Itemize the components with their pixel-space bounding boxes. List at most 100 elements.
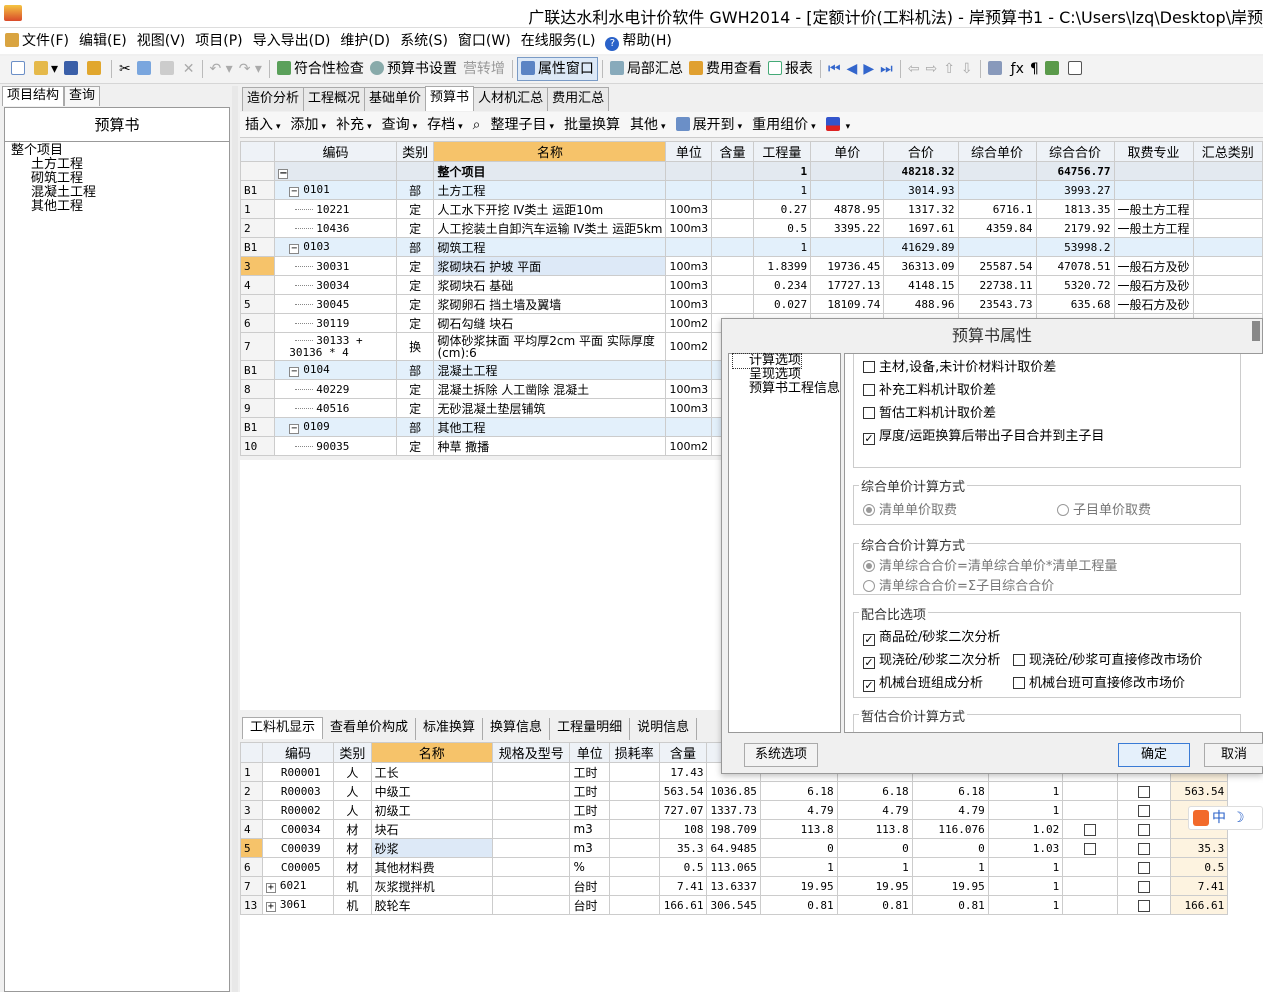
menu-import-export[interactable]: 导入导出(D) bbox=[248, 28, 336, 54]
checkbox-machine-shift-analysis[interactable]: ✓ 机械台班组成分析 bbox=[863, 672, 983, 692]
quantity-cell[interactable]: 0.5 bbox=[752, 218, 812, 238]
spec-cell[interactable] bbox=[491, 762, 571, 782]
code-cell[interactable]: C00034 bbox=[261, 819, 335, 839]
next-button[interactable]: ▶ bbox=[860, 56, 877, 82]
name-cell[interactable]: 浆砌块石 基础 bbox=[433, 275, 667, 295]
checkbox-commercial-mix-analysis[interactable]: ✓ 商品砼/砂浆二次分析 bbox=[863, 626, 1000, 646]
code-cell[interactable]: C00005 bbox=[261, 857, 335, 877]
checkbox[interactable] bbox=[1138, 880, 1151, 893]
radio-dot[interactable] bbox=[863, 580, 875, 592]
quantity-cell[interactable]: 0.027 bbox=[752, 294, 812, 314]
save-button[interactable] bbox=[61, 56, 84, 82]
header-content[interactable]: 含量 bbox=[658, 742, 708, 763]
tab-resource-display[interactable]: 工料机显示 bbox=[242, 717, 324, 739]
prev-button[interactable]: ◀ bbox=[844, 56, 861, 82]
name-cell[interactable]: 砌石勾缝 块石 bbox=[433, 313, 667, 333]
checkbox-cell-1[interactable] bbox=[1062, 838, 1119, 858]
name-cell[interactable]: 整个项目 bbox=[433, 161, 667, 181]
name-cell[interactable]: 混凝土工程 bbox=[433, 360, 667, 380]
spec-cell[interactable] bbox=[491, 781, 571, 801]
loss-rate-cell[interactable] bbox=[608, 781, 660, 801]
checkbox-supplement-diff[interactable]: 补充工料机计取价差 bbox=[863, 379, 996, 398]
checkbox[interactable] bbox=[1138, 861, 1151, 874]
save-all-button[interactable] bbox=[84, 56, 107, 82]
find-button[interactable]: ⌕ bbox=[468, 112, 486, 138]
tab-base-price[interactable]: 基础单价 bbox=[364, 87, 427, 111]
content-cell[interactable]: 17.43 bbox=[658, 762, 708, 782]
tab-budget[interactable]: 预算书 bbox=[425, 86, 475, 111]
ime-indicator[interactable]: 中 ☽ bbox=[1188, 806, 1263, 830]
name-cell[interactable]: 人工水下开挖 Ⅳ类土 运距10m bbox=[433, 199, 667, 219]
menu-online-service[interactable]: 在线服务(L) bbox=[516, 28, 601, 54]
table-row[interactable]: 3 R00002 人初级工 工时 727.07 1337.73 4.79 4.79 4.79 1 bbox=[240, 800, 1263, 820]
loss-rate-cell[interactable] bbox=[608, 895, 660, 915]
name-cell[interactable]: 初级工 bbox=[370, 800, 493, 820]
table-row[interactable]: 2 R00003 人中级工 工时 563.54 1036.85 6.18 6.18 6.18 1 5… bbox=[240, 781, 1263, 801]
tab-standard-conversion[interactable]: 标准换算 bbox=[416, 718, 484, 740]
delete-button[interactable]: ✕ bbox=[180, 56, 198, 82]
tab-project-overview[interactable]: 工程概况 bbox=[303, 87, 366, 111]
menu-file[interactable]: 文件(F) bbox=[0, 28, 74, 54]
content-cell[interactable]: 7.41 bbox=[658, 876, 708, 896]
move-left-button[interactable]: ⇦ bbox=[905, 56, 923, 82]
content-cell[interactable]: 35.3 bbox=[658, 838, 708, 858]
checkbox[interactable] bbox=[1084, 823, 1097, 836]
checkbox-cell-1[interactable] bbox=[1062, 781, 1119, 801]
checkbox-box[interactable] bbox=[863, 361, 875, 373]
name-cell[interactable]: 胶轮车 bbox=[370, 895, 493, 915]
vat-convert-button[interactable]: 营转增 bbox=[460, 56, 508, 82]
calculator-button[interactable] bbox=[985, 56, 1008, 82]
radio-sub-item-price-fee[interactable]: 子目单价取费 bbox=[1057, 499, 1151, 518]
nav-item-display-options[interactable]: 呈现选项 bbox=[733, 368, 836, 382]
quantity-cell[interactable]: 1 bbox=[752, 161, 812, 181]
header-spec[interactable]: 规格及型号 bbox=[491, 742, 571, 763]
code-cell[interactable]: − bbox=[274, 161, 397, 181]
first-button[interactable]: ⏮ bbox=[825, 56, 844, 82]
header-type[interactable]: 类别 bbox=[395, 141, 435, 162]
tab-fee-summary[interactable]: 费用汇总 bbox=[547, 87, 610, 111]
name-cell[interactable]: 工长 bbox=[370, 762, 493, 782]
cancel-button[interactable]: 取消 bbox=[1204, 743, 1263, 767]
header-loss-rate[interactable]: 损耗率 bbox=[608, 742, 660, 763]
budget-settings-button[interactable]: 预算书设置 bbox=[367, 56, 460, 82]
name-cell[interactable]: 混凝土拆除 人工凿除 混凝土 bbox=[433, 379, 667, 399]
checkbox[interactable] bbox=[1138, 804, 1151, 817]
compliance-check-button[interactable]: 符合性检查 bbox=[274, 56, 367, 82]
content-cell[interactable]: 166.61 bbox=[658, 895, 708, 915]
checkbox-main-material-diff[interactable]: 主材,设备,未计价材料计取价差 bbox=[863, 356, 1056, 375]
checkbox-box[interactable]: ✓ bbox=[863, 657, 875, 669]
last-button[interactable]: ⏭ bbox=[877, 56, 896, 82]
checkbox-cell-2[interactable] bbox=[1117, 895, 1172, 915]
table-row[interactable]: 6 C00005 材其他材料费% 0.5 113.065 1 1 1 1 0.5 bbox=[240, 857, 1263, 877]
menu-maintain[interactable]: 维护(D) bbox=[335, 28, 395, 54]
ok-button[interactable]: 确定 bbox=[1118, 743, 1190, 767]
new-button[interactable] bbox=[8, 56, 31, 82]
checkbox-box[interactable] bbox=[863, 384, 875, 396]
report-button[interactable]: 报表 bbox=[765, 56, 816, 82]
nav-item-project-info[interactable]: 预算书工程信息 bbox=[733, 382, 840, 396]
tree-item-other[interactable]: 其他工程 bbox=[11, 200, 223, 214]
spec-cell[interactable] bbox=[491, 819, 571, 839]
checkbox[interactable] bbox=[1138, 842, 1151, 855]
list-button[interactable] bbox=[1065, 56, 1088, 82]
checkbox-box[interactable]: ✓ bbox=[863, 433, 875, 445]
reuse-pricing-button[interactable]: 重用组价 ▾ bbox=[747, 112, 821, 138]
header-unit[interactable]: 单位 bbox=[569, 742, 610, 763]
checkbox-cell-2[interactable] bbox=[1117, 800, 1172, 820]
nav-item-calculation-options[interactable]: 计算选项 bbox=[731, 353, 803, 369]
tab-query[interactable]: 查询 bbox=[64, 86, 101, 106]
code-cell[interactable]: 30133 + 30136 * 4 bbox=[274, 332, 397, 361]
checkbox-cell-1[interactable] bbox=[1062, 876, 1119, 896]
name-cell[interactable]: 浆砌块石 护坡 平面 bbox=[433, 256, 667, 276]
loss-rate-cell[interactable] bbox=[608, 762, 660, 782]
table-row[interactable]: B1 −0101 部土方工程 1 3014.93 3993.27 bbox=[239, 180, 1263, 200]
checkbox-cell-2[interactable] bbox=[1117, 857, 1172, 877]
radio-dot[interactable] bbox=[1057, 504, 1069, 516]
copy-button[interactable] bbox=[134, 56, 157, 82]
code-cell[interactable]: 10221 bbox=[274, 199, 397, 219]
name-cell[interactable]: 种草 撒播 bbox=[433, 436, 667, 456]
name-cell[interactable]: 其他材料费 bbox=[370, 857, 493, 877]
table-row[interactable]: 3 30031 定浆砌块石 护坡 平面 100m3 1.8399 19736.45 3631… bbox=[239, 256, 1263, 276]
supplement-button[interactable]: 补充 ▾ bbox=[331, 112, 377, 138]
header-name[interactable]: 名称 bbox=[370, 742, 493, 763]
